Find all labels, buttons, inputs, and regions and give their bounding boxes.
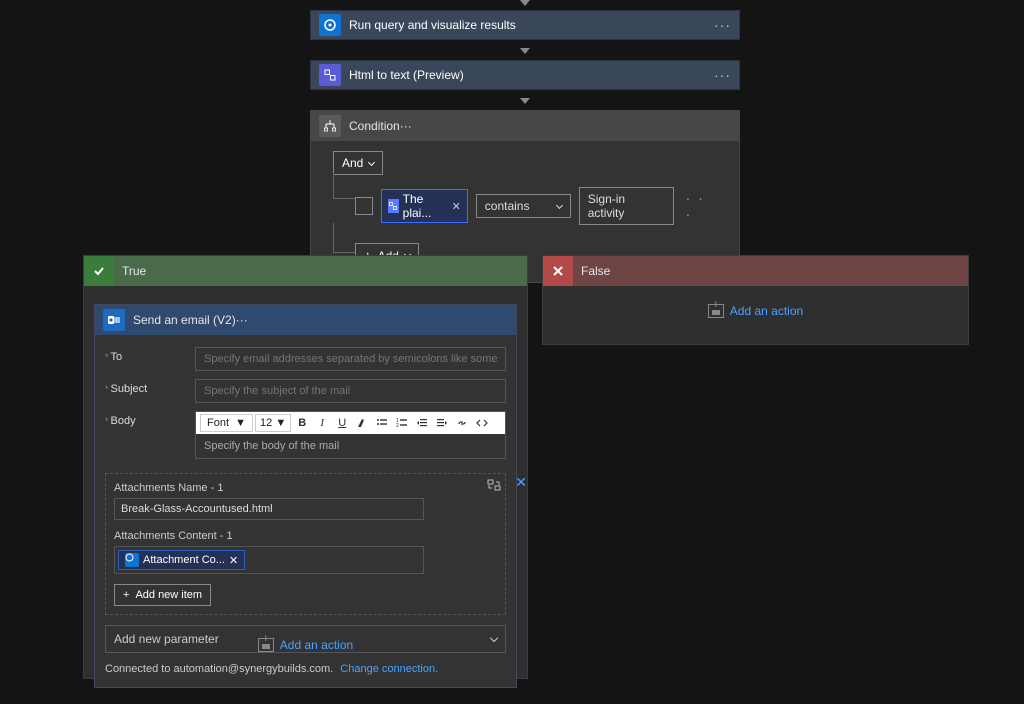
branch-label: False bbox=[581, 264, 610, 278]
chevron-down-icon bbox=[368, 158, 375, 165]
rte-font-selector[interactable]: Font ▼ bbox=[200, 414, 253, 432]
step-html-to-text[interactable]: Html to text (Preview) ··· bbox=[310, 60, 740, 90]
field-label-subject: *Subject bbox=[105, 379, 187, 395]
rte-toolbar: Font ▼ 12 ▼ B I U 12 bbox=[196, 412, 505, 434]
attachments-remove-icon[interactable]: ✕ bbox=[515, 474, 527, 491]
tree-connector bbox=[333, 223, 355, 253]
condition-row-checkbox[interactable] bbox=[355, 197, 373, 215]
token-remove-icon[interactable]: ✕ bbox=[229, 554, 238, 567]
flow-arrow-icon bbox=[520, 0, 530, 6]
step-title: Html to text (Preview) bbox=[349, 68, 714, 82]
rte-codeview-button[interactable] bbox=[473, 414, 491, 432]
email-to-input[interactable] bbox=[195, 347, 506, 371]
condition-value-input[interactable]: Sign-in activity bbox=[579, 187, 674, 225]
email-header[interactable]: Send an email (V2) ··· bbox=[95, 305, 516, 335]
dynamic-content-icon bbox=[388, 199, 399, 213]
add-action-true[interactable]: Add an action bbox=[84, 620, 527, 670]
svg-text:2: 2 bbox=[396, 423, 399, 429]
add-action-label: Add an action bbox=[280, 638, 353, 652]
rte-link-button[interactable] bbox=[453, 414, 471, 432]
rte-indent-button[interactable] bbox=[433, 414, 451, 432]
azure-monitor-icon bbox=[125, 553, 139, 567]
branch-false-header: False bbox=[543, 256, 968, 286]
add-item-label: Add new item bbox=[135, 589, 202, 601]
condition-logic-selector[interactable]: And bbox=[333, 151, 383, 175]
token-remove-icon[interactable]: ✕ bbox=[452, 200, 461, 213]
add-action-icon bbox=[258, 638, 274, 652]
attachments-switch-mode-icon[interactable] bbox=[487, 478, 501, 492]
step-menu-icon[interactable]: ··· bbox=[400, 119, 412, 133]
token-label: The plai... bbox=[403, 192, 444, 220]
condition-row-menu-icon[interactable]: · · · bbox=[686, 190, 717, 222]
branch-true: True Send an email (V2) ··· *To *Subject… bbox=[83, 255, 528, 679]
step-menu-icon[interactable]: ··· bbox=[714, 67, 731, 83]
rte-outdent-button[interactable] bbox=[413, 414, 431, 432]
attachment-name-label: Attachments Name - 1 bbox=[114, 482, 497, 494]
field-label-to: *To bbox=[105, 347, 187, 363]
attachments-block: ✕ Attachments Name - 1 Attachments Conte… bbox=[105, 473, 506, 615]
step-menu-icon[interactable]: ··· bbox=[714, 17, 731, 33]
email-body-editor: Font ▼ 12 ▼ B I U 12 Specif bbox=[195, 411, 506, 459]
email-body-input[interactable]: Specify the body of the mail bbox=[196, 434, 505, 458]
value-text: Sign-in activity bbox=[588, 192, 625, 220]
flow-arrow-icon bbox=[520, 98, 530, 104]
email-subject-input[interactable] bbox=[195, 379, 506, 403]
step-title: Run query and visualize results bbox=[349, 18, 714, 32]
branch-label: True bbox=[122, 264, 146, 278]
add-attachment-item-button[interactable]: + Add new item bbox=[114, 584, 211, 606]
token-label: Attachment Co... bbox=[143, 554, 225, 566]
rte-bullets-button[interactable] bbox=[373, 414, 391, 432]
content-conversion-icon bbox=[319, 64, 341, 86]
outlook-icon bbox=[103, 309, 125, 331]
operator-label: contains bbox=[485, 199, 530, 213]
attachment-name-input[interactable] bbox=[114, 498, 424, 520]
check-icon bbox=[84, 256, 114, 286]
body-placeholder: Specify the body of the mail bbox=[204, 440, 339, 452]
chevron-down-icon bbox=[556, 201, 563, 208]
action-title: Send an email (V2) bbox=[133, 313, 236, 327]
condition-operand-token[interactable]: The plai... ✕ bbox=[381, 189, 468, 223]
condition-logic-label: And bbox=[342, 156, 363, 170]
attachment-content-token[interactable]: Attachment Co... ✕ bbox=[118, 550, 245, 570]
add-action-icon bbox=[708, 304, 724, 318]
step-title: Condition bbox=[349, 119, 400, 133]
rte-underline-button[interactable]: U bbox=[333, 414, 351, 432]
branch-false: False Add an action bbox=[542, 255, 969, 345]
step-run-query[interactable]: Run query and visualize results ··· bbox=[310, 10, 740, 40]
flow-arrow-icon bbox=[520, 48, 530, 54]
rte-bold-button[interactable]: B bbox=[293, 414, 311, 432]
rte-italic-button[interactable]: I bbox=[313, 414, 331, 432]
add-action-false[interactable]: Add an action bbox=[543, 286, 968, 336]
condition-header[interactable]: Condition ··· bbox=[311, 111, 739, 141]
attachment-content-label: Attachments Content - 1 bbox=[114, 530, 497, 542]
field-label-body: *Body bbox=[105, 411, 187, 427]
plus-icon: + bbox=[123, 589, 129, 601]
rte-highlight-button[interactable] bbox=[353, 414, 371, 432]
rte-size-selector[interactable]: 12 ▼ bbox=[255, 414, 291, 432]
tree-connector bbox=[333, 173, 355, 199]
condition-operator-selector[interactable]: contains bbox=[476, 194, 571, 218]
azure-monitor-icon bbox=[319, 14, 341, 36]
close-icon bbox=[543, 256, 573, 286]
branch-true-header: True bbox=[84, 256, 527, 286]
step-menu-icon[interactable]: ··· bbox=[236, 313, 248, 327]
attachment-content-input[interactable]: Attachment Co... ✕ bbox=[114, 546, 424, 574]
rte-numbers-button[interactable]: 12 bbox=[393, 414, 411, 432]
add-action-label: Add an action bbox=[730, 304, 803, 318]
condition-icon bbox=[319, 115, 341, 137]
